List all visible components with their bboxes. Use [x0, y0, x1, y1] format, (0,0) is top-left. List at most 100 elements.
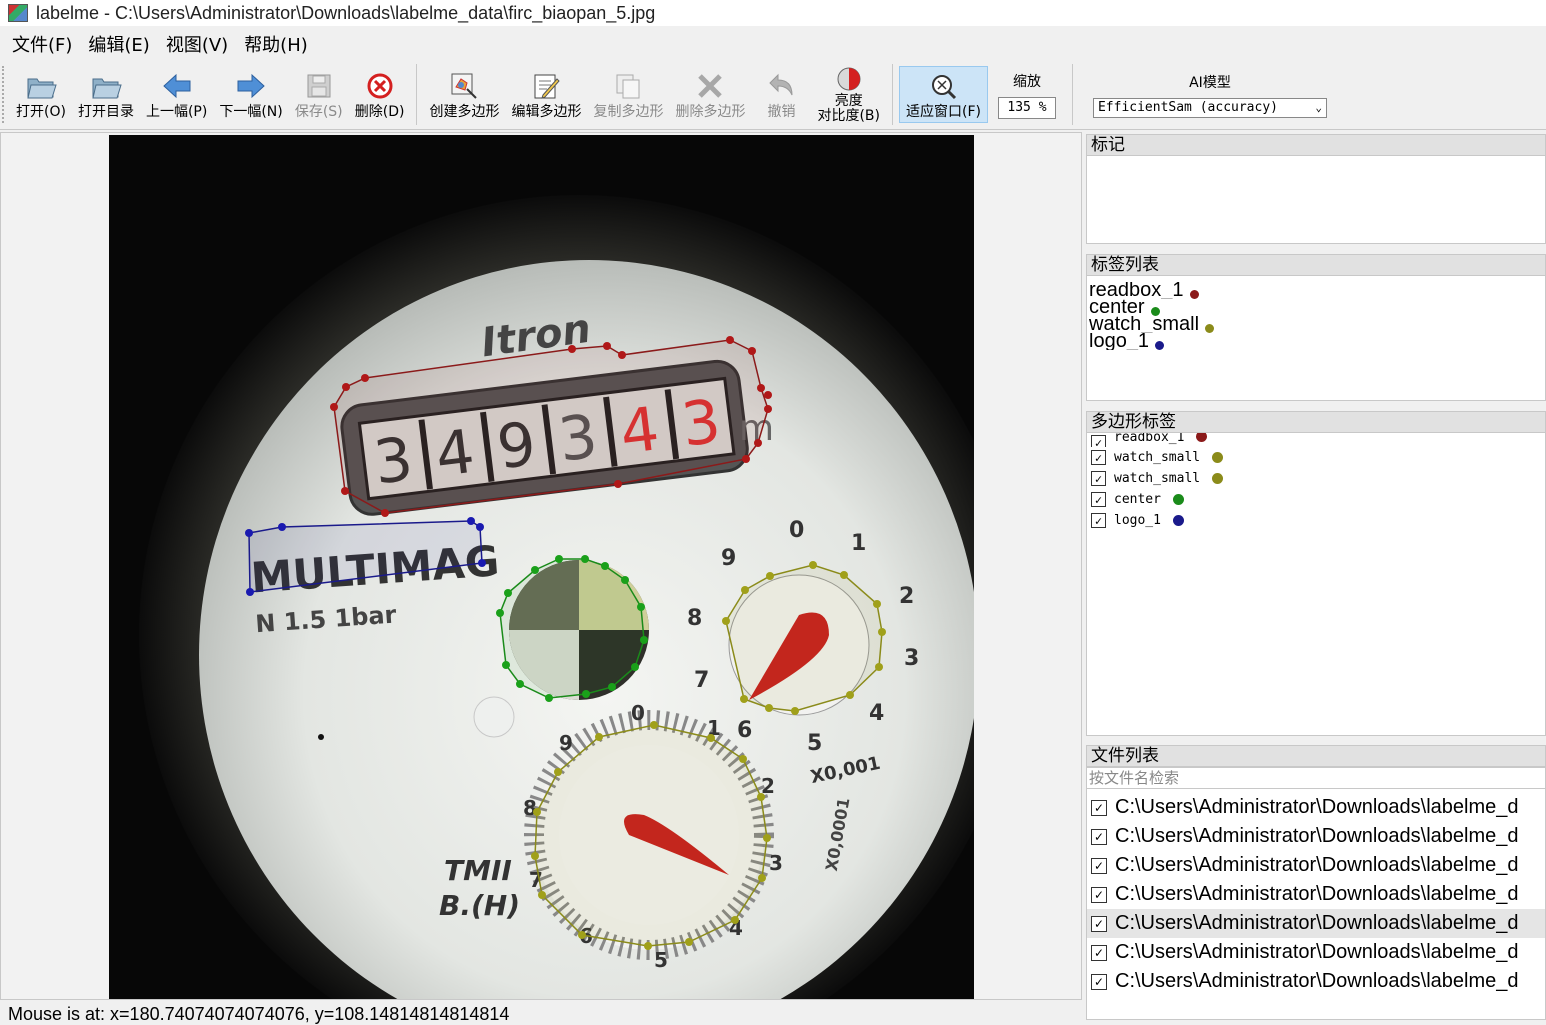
water-meter-photo[interactable]: Itron 3 4 9 3 4 3 m MULTIMAG N 1.5 1bar: [109, 135, 974, 999]
label-list-dock: 标签列表 readbox_1 center watch_small logo_1: [1086, 254, 1546, 401]
undo-button[interactable]: 撤销: [751, 60, 811, 129]
next-image-button[interactable]: 下一幅(N): [213, 60, 288, 129]
label-item-watch-small[interactable]: watch_small: [1087, 316, 1545, 333]
checkbox[interactable]: ✓: [1091, 435, 1106, 447]
file-item[interactable]: ✓ C:\Users\Administrator\Downloads\labelm…: [1087, 851, 1545, 880]
delete-file-button[interactable]: 删除(D): [349, 60, 411, 129]
fit-window-button[interactable]: 适应窗口(F): [898, 66, 988, 123]
copy-icon: [611, 69, 645, 103]
file-list-dock-title[interactable]: 文件列表: [1086, 745, 1546, 767]
file-item[interactable]: ✓ C:\Users\Administrator\Downloads\labelm…: [1087, 793, 1545, 822]
arrow-right-icon: [234, 69, 268, 103]
open-dir-button[interactable]: 打开目录: [72, 60, 140, 129]
ai-model-control: AI模型 EfficientSam (accuracy) ⌄: [1083, 60, 1337, 129]
delete-label: 删除(D): [354, 104, 405, 120]
sensor-hole: [473, 696, 515, 738]
brightness-contrast-button[interactable]: 亮度 对比度(B): [811, 60, 886, 129]
file-list[interactable]: ✓ C:\Users\Administrator\Downloads\labelm…: [1086, 789, 1546, 1020]
checkbox[interactable]: ✓: [1091, 471, 1106, 486]
open-button[interactable]: 打开(O): [10, 60, 72, 129]
checkbox[interactable]: ✓: [1091, 828, 1107, 845]
toolbar-separator: [1071, 64, 1073, 125]
color-dot-icon: [1212, 473, 1224, 484]
polygon-item-watch-small[interactable]: ✓ watch_small: [1087, 447, 1545, 468]
flags-list[interactable]: [1086, 156, 1546, 244]
file-path: C:\Users\Administrator\Downloads\labelme…: [1115, 854, 1519, 876]
small-dial-num: 4: [869, 701, 884, 726]
ai-model-label: AI模型: [1189, 74, 1231, 91]
screw-dot: [318, 734, 324, 740]
checkbox[interactable]: ✓: [1091, 513, 1106, 528]
label-item-logo-1[interactable]: logo_1: [1087, 333, 1545, 350]
ai-model-value: EfficientSam (accuracy): [1097, 100, 1278, 115]
undo-icon: [764, 69, 798, 103]
menu-edit[interactable]: 编辑(E): [80, 31, 157, 57]
polygon-label-text: readbox_1: [1114, 433, 1185, 445]
polygon-labels-dock-title[interactable]: 多边形标签: [1086, 411, 1546, 433]
checkbox[interactable]: ✓: [1091, 973, 1107, 990]
copy-polygon-button[interactable]: 复制多边形: [587, 60, 669, 129]
menu-view[interactable]: 视图(V): [158, 31, 236, 57]
file-item[interactable]: ✓ C:\Users\Administrator\Downloads\labelm…: [1087, 880, 1545, 909]
label-list-dock-title[interactable]: 标签列表: [1086, 254, 1546, 276]
menu-help[interactable]: 帮助(H): [236, 31, 316, 57]
label-list[interactable]: readbox_1 center watch_small logo_1: [1086, 276, 1546, 401]
create-polygon-label: 创建多边形: [429, 104, 500, 120]
save-button[interactable]: 保存(S): [289, 60, 349, 129]
open-dir-label: 打开目录: [77, 104, 134, 120]
menu-bar: 文件(F) 编辑(E) 视图(V) 帮助(H): [0, 30, 1546, 58]
bh-text: B.(H): [439, 889, 520, 922]
zoom-spinbox[interactable]: 135 %: [997, 96, 1056, 119]
file-item[interactable]: ✓ C:\Users\Administrator\Downloads\labelm…: [1087, 822, 1545, 851]
label-item-center[interactable]: center: [1087, 299, 1545, 316]
checkbox[interactable]: ✓: [1091, 450, 1106, 465]
tmii-text: TMII: [444, 854, 512, 887]
labelme-app-icon: [8, 4, 28, 22]
toolbar-grip[interactable]: [2, 66, 8, 123]
small-dial-num: 9: [721, 546, 736, 571]
status-bar: Mouse is at: x=180.74074074074076, y=108…: [8, 1004, 510, 1024]
save-label: 保存(S): [294, 104, 343, 120]
file-path: C:\Users\Administrator\Downloads\labelme…: [1115, 941, 1519, 963]
polygon-label-list[interactable]: ✓ readbox_1 ✓ watch_small ✓ watch_small ✓ ce…: [1086, 433, 1546, 736]
label-text: logo_1: [1089, 333, 1150, 350]
file-search-input[interactable]: 按文件名检索: [1086, 767, 1546, 789]
polygon-item-readbox-1[interactable]: ✓ readbox_1: [1087, 433, 1545, 447]
brightness-label: 亮度 对比度(B): [817, 93, 880, 124]
polygon-label-text: watch_small: [1114, 450, 1201, 465]
polygon-item-watch-small[interactable]: ✓ watch_small: [1087, 468, 1545, 489]
polygon-label-text: center: [1114, 492, 1161, 507]
checkbox[interactable]: ✓: [1091, 886, 1107, 903]
checkbox[interactable]: ✓: [1091, 915, 1107, 932]
checkbox[interactable]: ✓: [1091, 857, 1107, 874]
checkbox[interactable]: ✓: [1091, 492, 1106, 507]
small-dial-num: 8: [687, 606, 702, 631]
file-item[interactable]: ✓ C:\Users\Administrator\Downloads\labelm…: [1087, 967, 1545, 996]
open-label: 打开(O): [16, 104, 66, 120]
file-item-selected[interactable]: ✓ C:\Users\Administrator\Downloads\labelm…: [1087, 909, 1545, 938]
flags-dock-title[interactable]: 标记: [1086, 134, 1546, 156]
canvas-area[interactable]: Itron 3 4 9 3 4 3 m MULTIMAG N 1.5 1bar: [0, 132, 1082, 1000]
big-dial-num: 5: [654, 948, 668, 972]
file-item[interactable]: ✓ C:\Users\Administrator\Downloads\labelm…: [1087, 938, 1545, 967]
annotated-image[interactable]: Itron 3 4 9 3 4 3 m MULTIMAG N 1.5 1bar: [109, 135, 974, 999]
small-dial-num: 3: [904, 646, 919, 671]
create-polygon-button[interactable]: 创建多边形: [423, 60, 505, 129]
file-path: C:\Users\Administrator\Downloads\labelme…: [1115, 970, 1519, 992]
polygon-item-logo-1[interactable]: ✓ logo_1: [1087, 510, 1545, 531]
edit-polygon-button[interactable]: 编辑多边形: [505, 60, 587, 129]
zoom-label: 缩放: [1012, 73, 1041, 90]
prev-label: 上一幅(P): [145, 104, 208, 120]
prev-image-button[interactable]: 上一幅(P): [140, 60, 213, 129]
checkbox[interactable]: ✓: [1091, 799, 1107, 816]
label-item-readbox-1[interactable]: readbox_1: [1087, 282, 1545, 299]
checkbox[interactable]: ✓: [1091, 944, 1107, 961]
label-text: center: [1089, 299, 1145, 316]
menu-file[interactable]: 文件(F): [4, 31, 80, 57]
delete-polygon-button[interactable]: 删除多边形: [669, 60, 751, 129]
ai-model-select[interactable]: EfficientSam (accuracy) ⌄: [1092, 97, 1327, 118]
polygon-item-center[interactable]: ✓ center: [1087, 489, 1545, 510]
brightness-line-2: 对比度(B): [817, 107, 880, 124]
big-dial-num: 3: [769, 851, 783, 875]
delete-circle-icon: [363, 69, 397, 103]
